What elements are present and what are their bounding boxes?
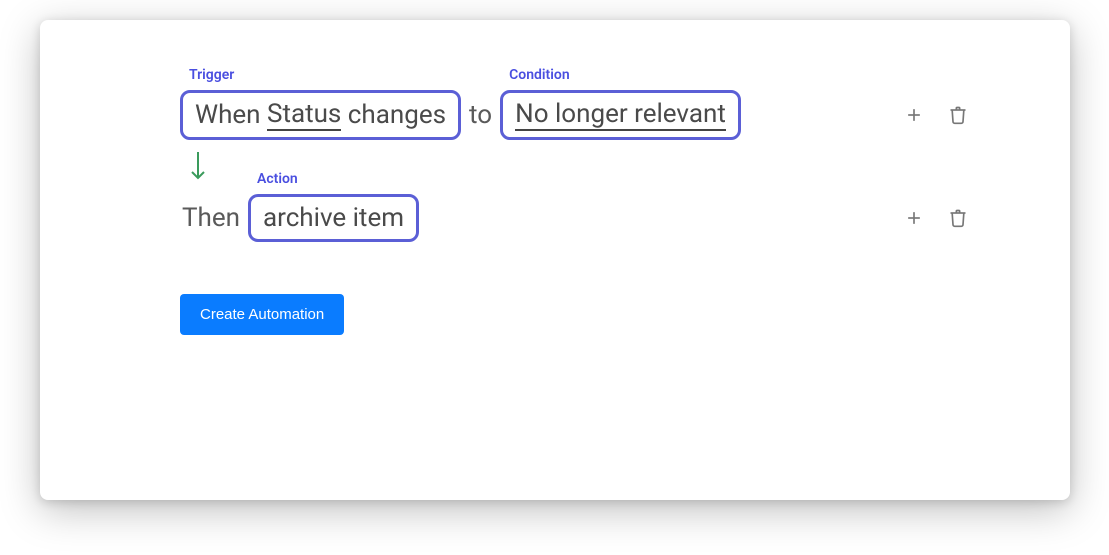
create-automation-button[interactable]: Create Automation	[180, 294, 344, 335]
action-row-content: Then Action archive item	[180, 194, 419, 242]
arrow-down-icon	[186, 150, 210, 182]
trigger-row: Trigger When Status changes to Condition…	[180, 90, 970, 140]
condition-value[interactable]: No longer relevant	[515, 99, 726, 131]
trash-icon	[948, 208, 968, 228]
trigger-prefix: When	[195, 100, 261, 130]
add-action-button[interactable]	[902, 206, 926, 230]
action-segment[interactable]: Action archive item	[248, 194, 419, 242]
connector-to: to	[467, 100, 494, 130]
trigger-row-actions	[902, 103, 970, 127]
trash-icon	[948, 105, 968, 125]
delete-action-button[interactable]	[946, 206, 970, 230]
trigger-segment[interactable]: Trigger When Status changes	[180, 90, 461, 140]
flow-arrow	[186, 150, 970, 186]
trigger-label: Trigger	[189, 67, 234, 83]
plus-icon	[904, 208, 924, 228]
action-row-actions	[902, 206, 970, 230]
trigger-field[interactable]: Status	[267, 99, 341, 131]
plus-icon	[904, 105, 924, 125]
connector-then: Then	[180, 203, 242, 233]
action-value[interactable]: archive item	[263, 203, 404, 233]
trigger-verb: changes	[348, 100, 446, 130]
automation-card: Trigger When Status changes to Condition…	[40, 20, 1070, 500]
action-row: Then Action archive item	[180, 194, 970, 242]
action-label: Action	[257, 171, 298, 187]
delete-trigger-button[interactable]	[946, 103, 970, 127]
add-trigger-button[interactable]	[902, 103, 926, 127]
trigger-row-content: Trigger When Status changes to Condition…	[180, 90, 741, 140]
condition-segment[interactable]: Condition No longer relevant	[500, 90, 741, 140]
condition-label: Condition	[509, 67, 570, 83]
